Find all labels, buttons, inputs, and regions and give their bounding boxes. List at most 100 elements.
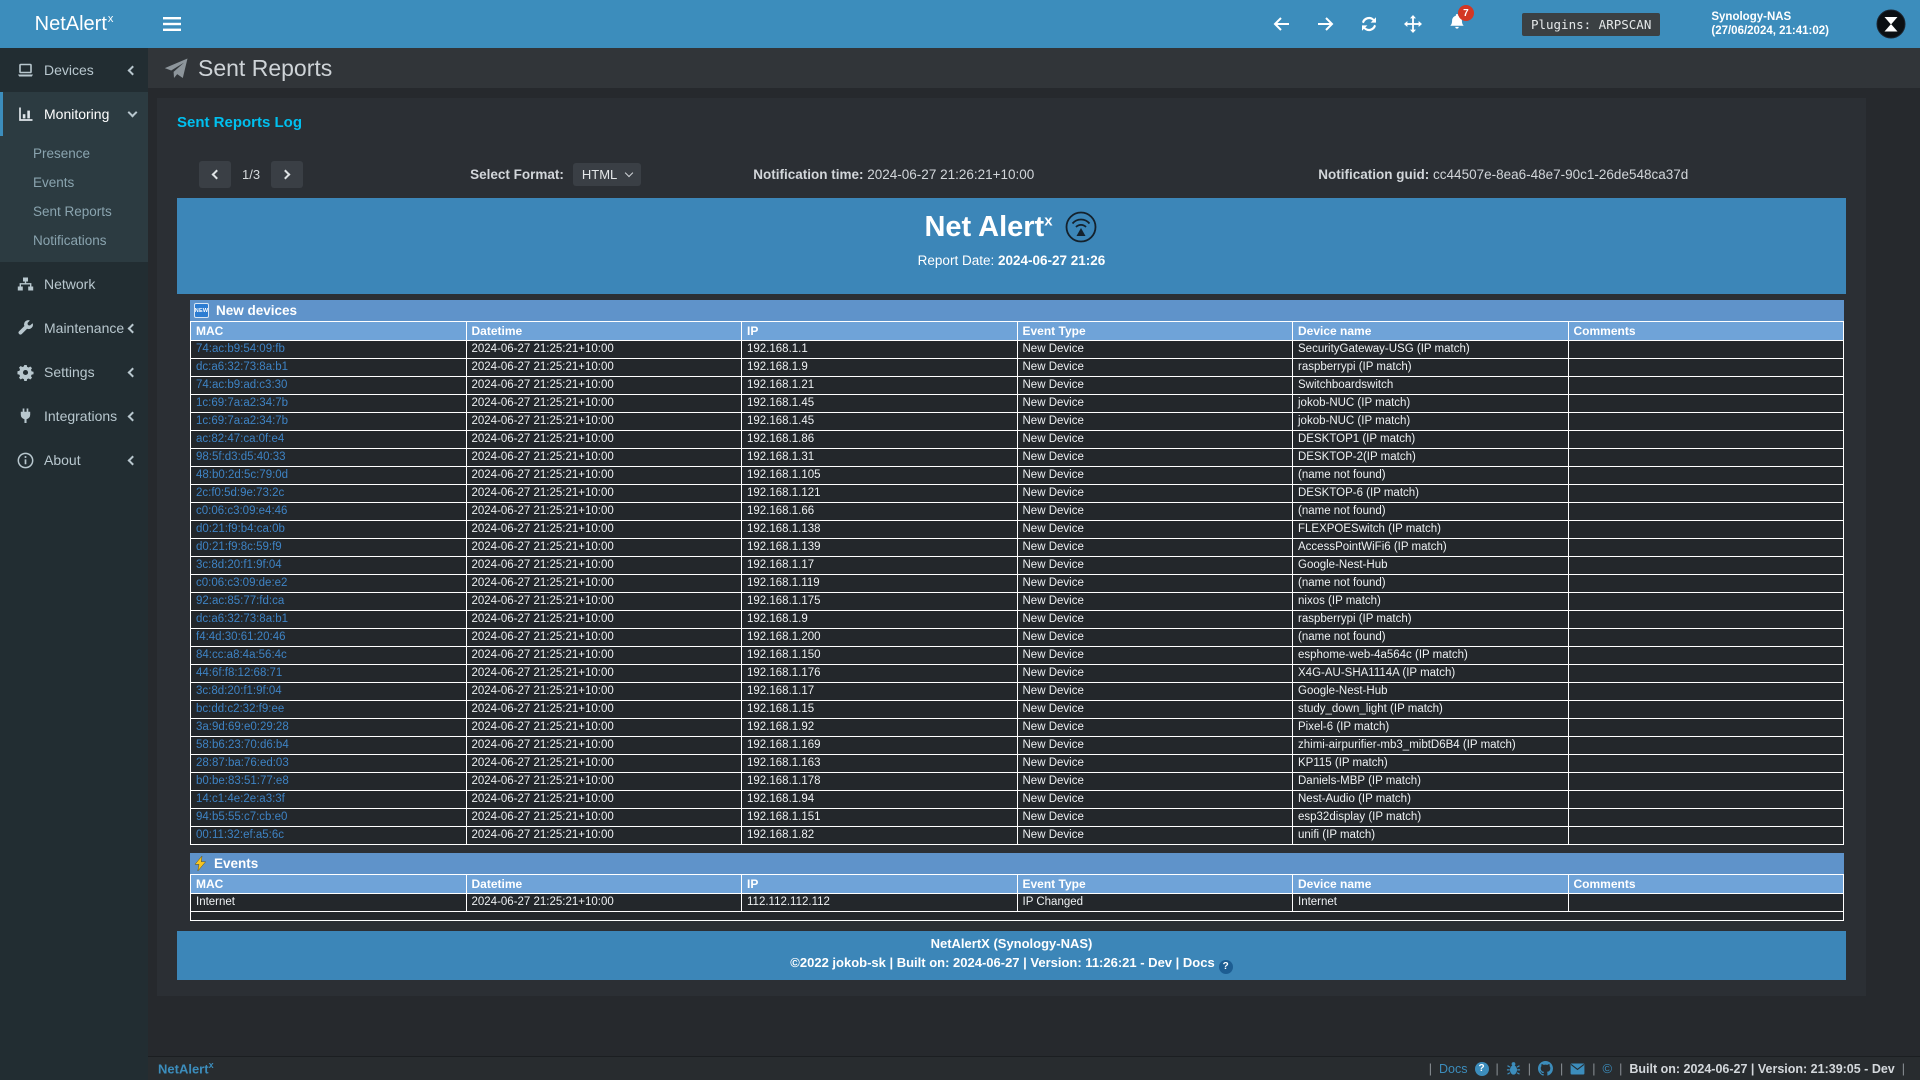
mac-address-link[interactable]: f4:4d:30:61:20:46: [196, 631, 286, 643]
mac-address-link[interactable]: b0:be:83:51:77:e8: [196, 775, 289, 787]
mac-address-link[interactable]: dc:a6:32:73:8a:b1: [196, 613, 288, 625]
next-page-button[interactable]: [271, 161, 303, 188]
footer-brand-link[interactable]: NetAlertx: [158, 1060, 214, 1076]
table-cell: 2024-06-27 21:25:21+10:00: [466, 395, 742, 413]
table-cell[interactable]: 1c:69:7a:a2:34:7b: [191, 413, 467, 431]
table-cell[interactable]: 74:ac:b9:54:09:fb: [191, 341, 467, 359]
chevron-right-icon: [281, 170, 291, 180]
table-cell[interactable]: 98:5f:d3:d5:40:33: [191, 449, 467, 467]
sidebar-item-integrations[interactable]: Integrations: [0, 394, 148, 438]
table-cell[interactable]: d0:21:f9:b4:ca:0b: [191, 521, 467, 539]
table-cell: New Device: [1017, 773, 1293, 791]
table-cell: Switchboardswitch: [1293, 377, 1569, 395]
mac-address-link[interactable]: 84:cc:a8:4a:56:4c: [196, 649, 287, 661]
mac-address-link[interactable]: c0:06:c3:09:e4:46: [196, 505, 287, 517]
forward-button[interactable]: [1317, 17, 1334, 31]
mac-address-link[interactable]: 74:ac:b9:ad:c3:30: [196, 379, 287, 391]
sidebar-item-network[interactable]: Network: [0, 262, 148, 306]
sidebar-item-devices[interactable]: Devices: [0, 48, 148, 92]
table-cell: [1568, 359, 1844, 377]
table-cell: 192.168.1.45: [742, 395, 1018, 413]
table-cell[interactable]: ac:82:47:ca:0f:e4: [191, 431, 467, 449]
mac-address-link[interactable]: c0:06:c3:09:de:e2: [196, 577, 287, 589]
table-cell[interactable]: 14:c1:4e:2e:a3:3f: [191, 791, 467, 809]
table-cell: 192.168.1.121: [742, 485, 1018, 503]
mac-address-link[interactable]: 2c:f0:5d:9e:73:2c: [196, 487, 284, 499]
sent-reports-panel: Sent Reports Log 1/3 Select Format: HTML: [157, 98, 1866, 996]
table-cell[interactable]: 3c:8d:20:f1:9f:04: [191, 683, 467, 701]
sidebar-item-events[interactable]: Events: [0, 168, 148, 197]
copyright-icon[interactable]: ©: [1603, 1061, 1613, 1076]
table-cell: 192.168.1.169: [742, 737, 1018, 755]
bug-report-link[interactable]: [1506, 1061, 1521, 1076]
table-cell[interactable]: 3a:9d:69:e0:29:28: [191, 719, 467, 737]
mac-address-link[interactable]: 44:6f:f8:12:68:71: [196, 667, 282, 679]
table-row: 74:ac:b9:ad:c3:302024-06-27 21:25:21+10:…: [191, 377, 1844, 395]
table-cell[interactable]: 00:11:32:ef:a5:6c: [191, 827, 467, 845]
table-cell[interactable]: f4:4d:30:61:20:46: [191, 629, 467, 647]
table-cell[interactable]: dc:a6:32:73:8a:b1: [191, 611, 467, 629]
sidebar-item-monitoring[interactable]: Monitoring: [0, 92, 148, 136]
sidebar-toggle-button[interactable]: [148, 0, 196, 48]
email-link[interactable]: [1570, 1063, 1585, 1075]
table-cell[interactable]: 28:87:ba:76:ed:03: [191, 755, 467, 773]
sidebar-item-maintenance[interactable]: Maintenance: [0, 306, 148, 350]
table-cell[interactable]: 94:b5:55:c7:cb:e0: [191, 809, 467, 827]
table-cell[interactable]: d0:21:f9:8c:59:f9: [191, 539, 467, 557]
format-label: Select Format:: [470, 167, 564, 182]
mac-address-link[interactable]: 14:c1:4e:2e:a3:3f: [196, 793, 285, 805]
mac-address-link[interactable]: 98:5f:d3:d5:40:33: [196, 451, 286, 463]
table-cell[interactable]: 3c:8d:20:f1:9f:04: [191, 557, 467, 575]
mac-address-link[interactable]: bc:dd:c2:32:f9:ee: [196, 703, 284, 715]
mac-address-link[interactable]: 48:b0:2d:5c:79:0d: [196, 469, 288, 481]
table-cell[interactable]: 48:b0:2d:5c:79:0d: [191, 467, 467, 485]
table-cell[interactable]: bc:dd:c2:32:f9:ee: [191, 701, 467, 719]
table-cell[interactable]: 58:b6:23:70:d6:b4: [191, 737, 467, 755]
previous-page-button[interactable]: [199, 161, 231, 188]
mac-address-link[interactable]: d0:21:f9:b4:ca:0b: [196, 523, 285, 535]
table-cell[interactable]: dc:a6:32:73:8a:b1: [191, 359, 467, 377]
sidebar-item-presence[interactable]: Presence: [0, 139, 148, 168]
mac-address-link[interactable]: 3c:8d:20:f1:9f:04: [196, 559, 282, 571]
plugins-status-badge[interactable]: Plugins: ARPSCAN: [1522, 13, 1660, 36]
format-select[interactable]: HTML: [573, 163, 641, 186]
table-cell[interactable]: c0:06:c3:09:e4:46: [191, 503, 467, 521]
mac-address-link[interactable]: 1c:69:7a:a2:34:7b: [196, 415, 288, 427]
table-row: dc:a6:32:73:8a:b12024-06-27 21:25:21+10:…: [191, 611, 1844, 629]
mac-address-link[interactable]: 28:87:ba:76:ed:03: [196, 757, 289, 769]
mac-address-link[interactable]: ac:82:47:ca:0f:e4: [196, 433, 284, 445]
mac-address-link[interactable]: 74:ac:b9:54:09:fb: [196, 343, 285, 355]
table-cell[interactable]: c0:06:c3:09:de:e2: [191, 575, 467, 593]
mac-address-link[interactable]: 3a:9d:69:e0:29:28: [196, 721, 289, 733]
app-logo[interactable]: NetAlertx: [0, 0, 148, 48]
mac-address-link[interactable]: 92:ac:85:77:fd:ca: [196, 595, 284, 607]
table-cell[interactable]: b0:be:83:51:77:e8: [191, 773, 467, 791]
sidebar-item-sent-reports[interactable]: Sent Reports: [0, 197, 148, 226]
user-avatar[interactable]: [1876, 9, 1906, 39]
sidebar-item-notifications[interactable]: Notifications: [0, 226, 148, 255]
back-button[interactable]: [1273, 17, 1290, 31]
question-circle-icon[interactable]: ?: [1219, 960, 1233, 974]
table-cell[interactable]: 2c:f0:5d:9e:73:2c: [191, 485, 467, 503]
mac-address-link[interactable]: 1c:69:7a:a2:34:7b: [196, 397, 288, 409]
report-docs-link[interactable]: Docs: [1183, 955, 1215, 970]
sidebar-item-settings[interactable]: Settings: [0, 350, 148, 394]
notifications-bell-button[interactable]: 7: [1449, 13, 1465, 35]
table-cell[interactable]: 44:6f:f8:12:68:71: [191, 665, 467, 683]
mac-address-link[interactable]: 00:11:32:ef:a5:6c: [196, 829, 284, 841]
sidebar-item-about[interactable]: About: [0, 438, 148, 482]
fullscreen-move-button[interactable]: [1404, 15, 1422, 33]
mac-address-link[interactable]: d0:21:f9:8c:59:f9: [196, 541, 282, 553]
question-circle-icon[interactable]: ?: [1475, 1062, 1489, 1076]
mac-address-link[interactable]: 94:b5:55:c7:cb:e0: [196, 811, 287, 823]
mac-address-link[interactable]: dc:a6:32:73:8a:b1: [196, 361, 288, 373]
table-cell[interactable]: 1c:69:7a:a2:34:7b: [191, 395, 467, 413]
mac-address-link[interactable]: 3c:8d:20:f1:9f:04: [196, 685, 282, 697]
docs-link[interactable]: Docs: [1439, 1062, 1467, 1076]
refresh-button[interactable]: [1361, 16, 1377, 32]
table-cell[interactable]: 84:cc:a8:4a:56:4c: [191, 647, 467, 665]
table-cell[interactable]: 74:ac:b9:ad:c3:30: [191, 377, 467, 395]
mac-address-link[interactable]: 58:b6:23:70:d6:b4: [196, 739, 289, 751]
table-cell[interactable]: 92:ac:85:77:fd:ca: [191, 593, 467, 611]
github-link[interactable]: [1538, 1061, 1553, 1076]
